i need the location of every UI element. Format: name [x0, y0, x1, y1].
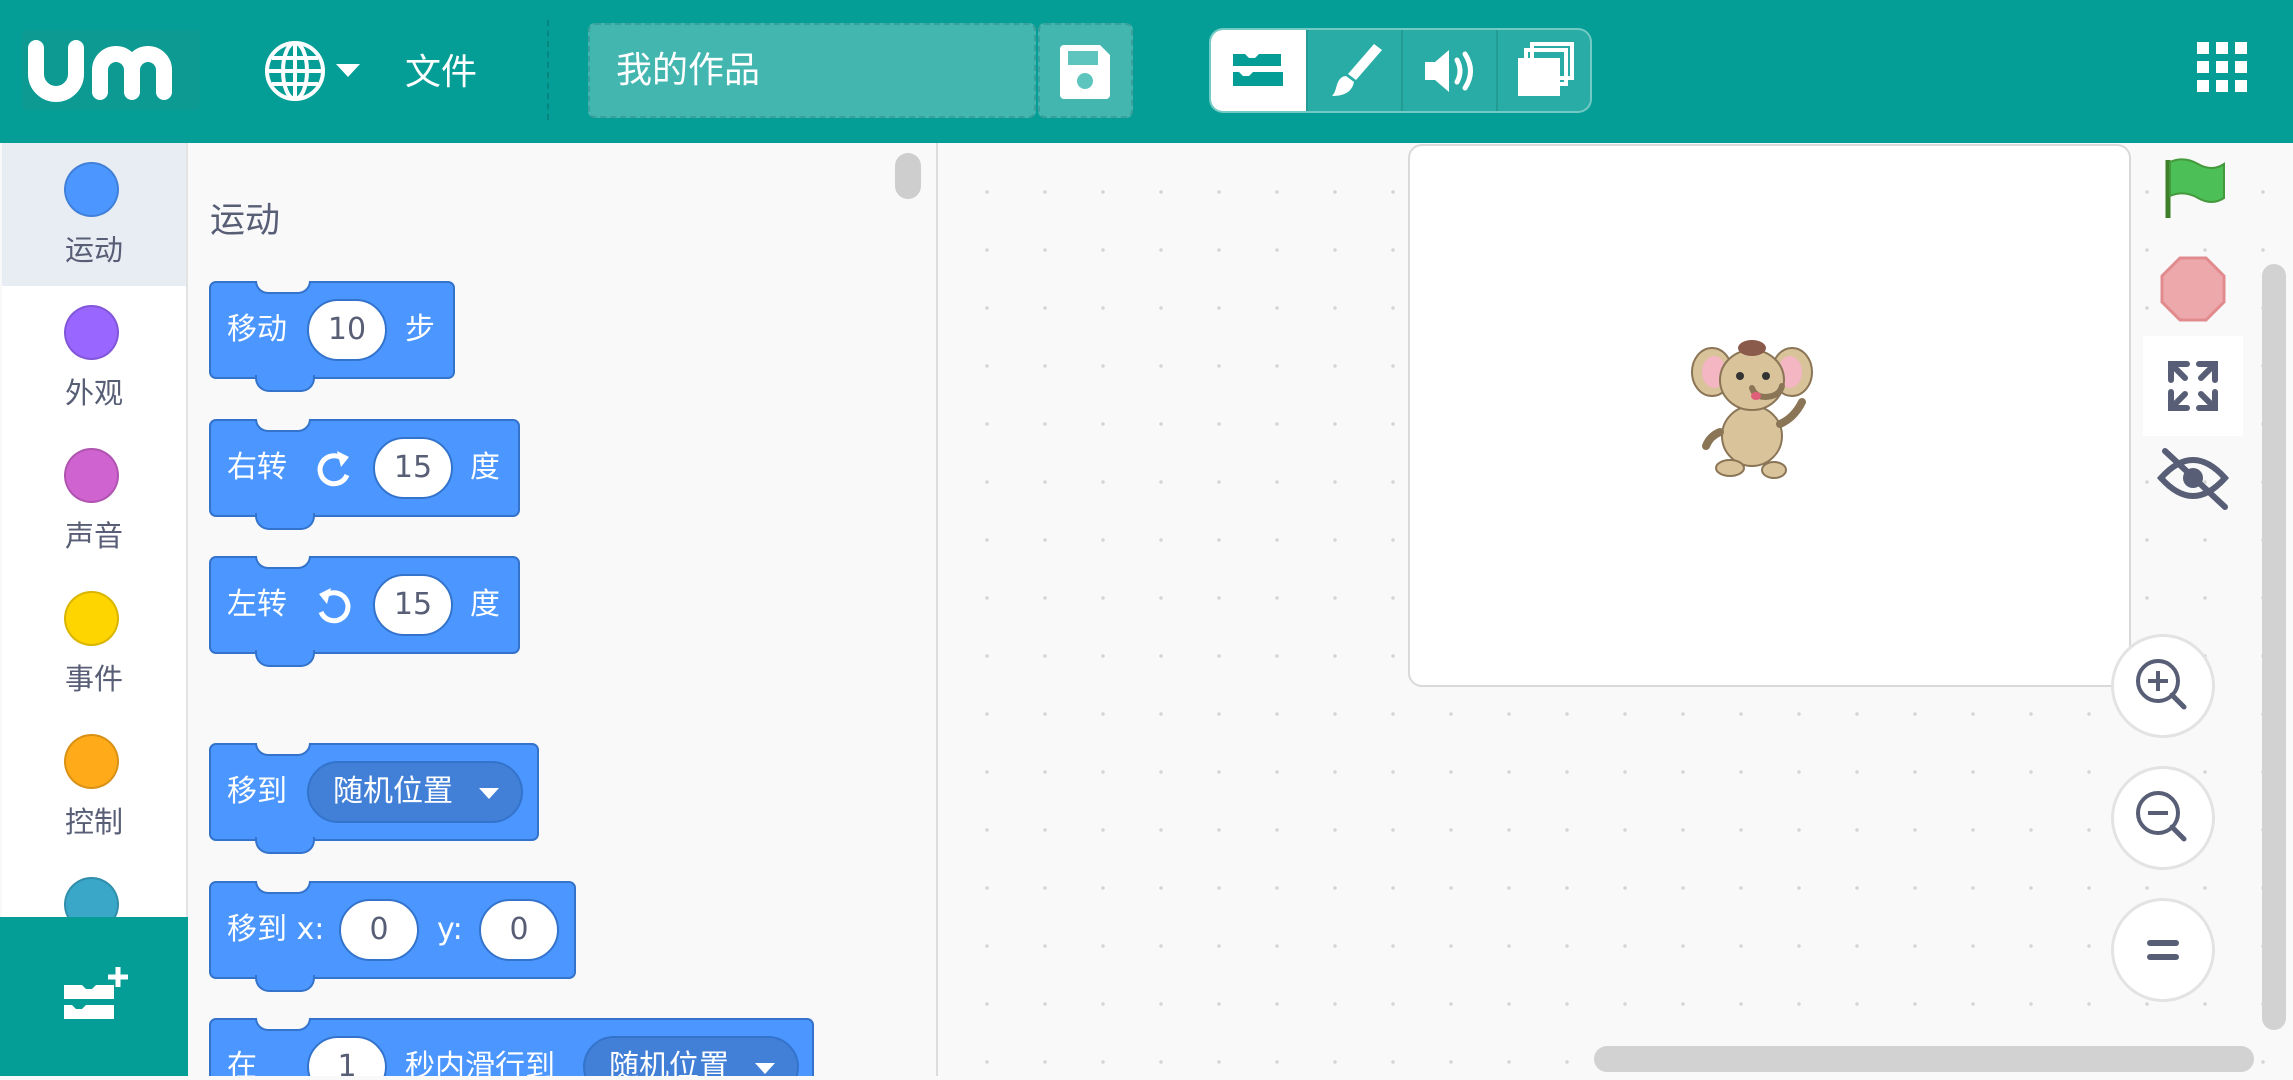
block-glide[interactable]: 在 1 秒内滑行到 随机位置 [209, 1018, 814, 1076]
floppy-disk-icon [1060, 45, 1110, 99]
block-go-to-xy[interactable]: 移到 x: 0 y: 0 [209, 881, 576, 992]
globe-icon [265, 41, 325, 101]
palette-section-title: 运动 [210, 201, 281, 241]
category-looks[interactable]: 外观 [2, 286, 186, 429]
category-dot [64, 448, 119, 503]
block-text: 步 [405, 312, 435, 347]
category-label: 控制 [64, 805, 123, 839]
category-events[interactable]: 事件 [2, 572, 186, 715]
block-go-to[interactable]: 移到 随机位置 [209, 743, 539, 854]
divider [547, 20, 549, 120]
block-text: 移到 [227, 774, 287, 809]
seconds-input[interactable]: 1 [307, 1036, 387, 1076]
block-text: y: [437, 912, 463, 947]
block-text: 在 [227, 1049, 257, 1076]
stage[interactable] [1408, 144, 2131, 687]
x-input[interactable]: 0 [339, 899, 419, 961]
target-dropdown[interactable]: 随机位置 [583, 1036, 799, 1076]
palette-scrollbar[interactable] [895, 153, 921, 199]
block-text: 左转 [227, 587, 287, 622]
category-control[interactable]: 控制 [2, 715, 186, 858]
chevron-down-icon [479, 788, 499, 799]
layers-icon [1518, 42, 1574, 96]
block-palette: 运动 移动 10 步 右转 15 度 左转 15 度 移到 随机位置 移到 x:… [188, 143, 938, 1076]
tab-backdrops[interactable] [1496, 30, 1590, 111]
language-button[interactable] [262, 38, 328, 104]
block-text: 度 [470, 587, 500, 622]
stop-icon[interactable] [2160, 256, 2226, 322]
dropdown-value: 随机位置 [609, 1049, 729, 1076]
block-move-steps[interactable]: 移动 10 步 [209, 281, 455, 392]
category-dot [64, 591, 119, 646]
green-flag-icon[interactable] [2160, 156, 2226, 222]
elephant-sprite[interactable] [1690, 332, 1816, 482]
tab-code[interactable] [1211, 30, 1306, 111]
degrees-input[interactable]: 15 [373, 574, 453, 636]
workspace-horizontal-scrollbar[interactable] [1594, 1046, 2254, 1072]
grid-menu-icon [2197, 42, 2247, 92]
project-title-input[interactable]: 我的作品 [588, 23, 1036, 118]
dropdown-value: 随机位置 [333, 774, 453, 809]
speaker-icon [1425, 50, 1473, 92]
y-input[interactable]: 0 [479, 899, 559, 961]
steps-input[interactable]: 10 [307, 299, 387, 361]
fullscreen-icon [2168, 361, 2218, 411]
category-label: 事件 [64, 662, 123, 696]
block-turn-right[interactable]: 右转 15 度 [209, 419, 520, 530]
category-label: 外观 [64, 376, 123, 410]
degrees-input[interactable]: 15 [373, 437, 453, 499]
menu-bar: 文件 我的作品 [0, 0, 2293, 143]
block-text: 移到 x: [227, 912, 325, 947]
zoom-out-button[interactable] [2111, 766, 2215, 870]
category-sound[interactable]: 声音 [2, 429, 186, 572]
chevron-down-icon [755, 1063, 775, 1074]
save-button[interactable] [1038, 23, 1133, 118]
tab-costumes[interactable] [1306, 30, 1403, 111]
apps-menu-button[interactable] [2197, 42, 2247, 92]
paintbrush-icon [1332, 44, 1382, 96]
target-dropdown[interactable]: 随机位置 [307, 761, 523, 823]
category-label: 运动 [64, 233, 123, 267]
zoom-in-button[interactable] [2111, 634, 2215, 738]
block-turn-left[interactable]: 左转 15 度 [209, 556, 520, 667]
app-logo[interactable] [22, 30, 200, 110]
chevron-down-icon[interactable] [336, 64, 360, 77]
file-menu[interactable]: 文件 [405, 44, 477, 102]
block-text: 秒内滑行到 [405, 1049, 555, 1076]
zoom-out-icon [2136, 791, 2187, 842]
block-text: 移动 [227, 312, 287, 347]
tab-sounds[interactable] [1401, 30, 1498, 111]
add-extension-icon [64, 967, 128, 1019]
logo-icon [28, 40, 172, 102]
category-dot [64, 305, 119, 360]
block-text: 度 [470, 450, 500, 485]
block-text: 右转 [227, 450, 287, 485]
category-label: 声音 [64, 519, 123, 553]
zoom-reset-button[interactable] [2111, 898, 2215, 1002]
eye-slash-icon[interactable] [2155, 445, 2231, 511]
rotate-left-icon [318, 588, 351, 624]
zoom-in-icon [2136, 659, 2187, 710]
workspace-vertical-scrollbar[interactable] [2262, 264, 2286, 1030]
category-motion[interactable]: 运动 [2, 143, 186, 286]
code-blocks-icon [1233, 54, 1283, 86]
zoom-reset-icon [2147, 940, 2179, 960]
category-dot [64, 734, 119, 789]
rotate-right-icon [317, 451, 350, 487]
fullscreen-button[interactable] [2143, 336, 2243, 436]
category-dot [64, 162, 119, 217]
editor-tabs [1209, 28, 1592, 113]
add-extension-button[interactable] [0, 917, 188, 1076]
